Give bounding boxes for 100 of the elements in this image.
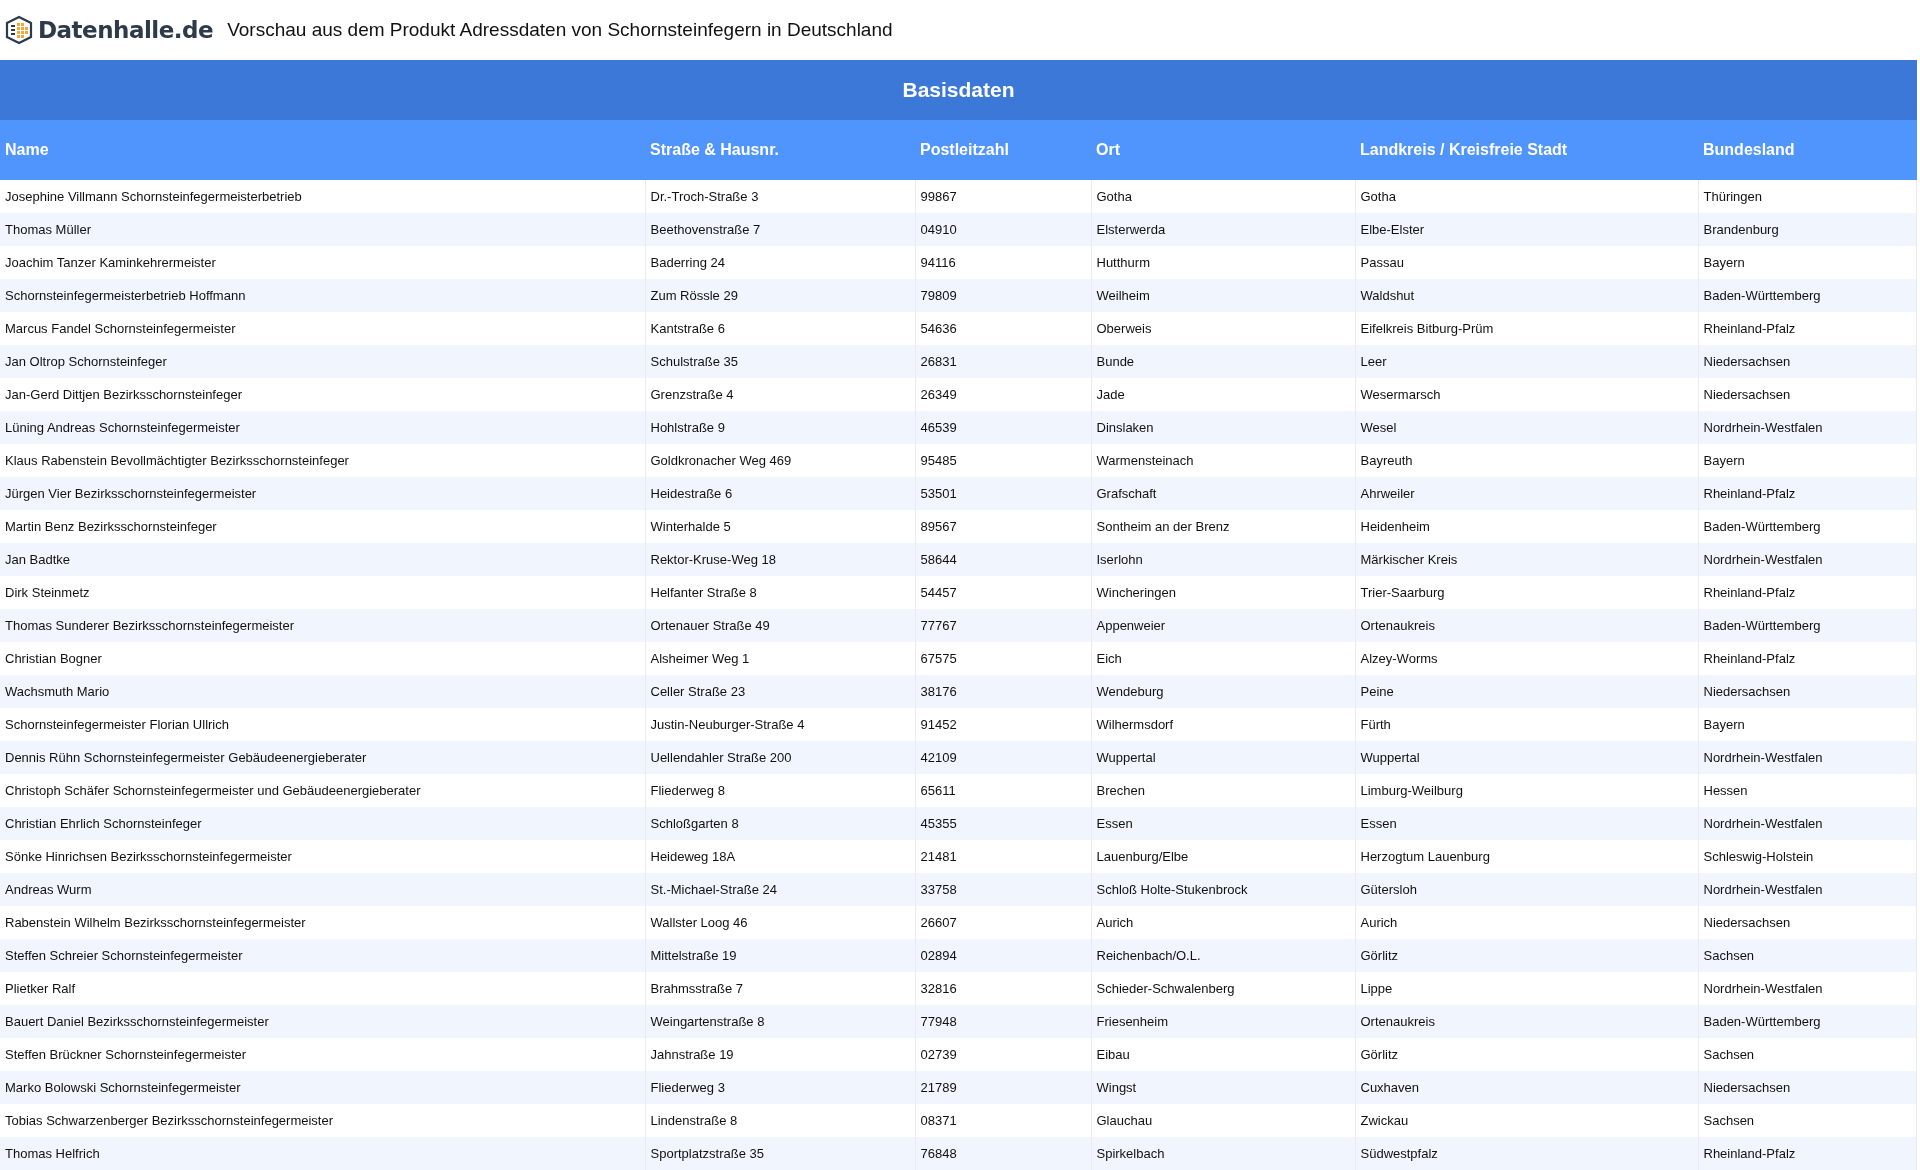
table-cell: Jürgen Vier Bezirksschornsteinfegermeister [0, 477, 645, 510]
table-cell: Thomas Sunderer Bezirksschornsteinfegermeister [0, 609, 645, 642]
table-cell: Reichenbach/O.L. [1091, 939, 1355, 972]
table-cell: Baden-Württemberg [1698, 609, 1917, 642]
table-cell: Leer [1355, 345, 1698, 378]
table-cell: Bauert Daniel Bezirksschornsteinfegermeister [0, 1005, 645, 1038]
table-cell: Elsterwerda [1091, 213, 1355, 246]
table-cell: Fliederweg 3 [645, 1071, 915, 1104]
table-cell: 45355 [915, 807, 1091, 840]
table-cell: 77948 [915, 1005, 1091, 1038]
table-cell: Heidestraße 6 [645, 477, 915, 510]
table-cell: Christian Ehrlich Schornsteinfeger [0, 807, 645, 840]
table-cell: Ortenauer Straße 49 [645, 609, 915, 642]
table-cell: Ortenaukreis [1355, 1005, 1698, 1038]
table-cell: Nordrhein-Westfalen [1698, 741, 1917, 774]
table-cell: 21789 [915, 1071, 1091, 1104]
table-cell: Uellendahler Straße 200 [645, 741, 915, 774]
table-cell: Niedersachsen [1698, 1071, 1917, 1104]
column-header: Bundesland [1698, 120, 1917, 180]
table-cell: 58644 [915, 543, 1091, 576]
table-cell: Jan Badtke [0, 543, 645, 576]
table-cell: Märkischer Kreis [1355, 543, 1698, 576]
table-cell: Schloß Holte-Stukenbrock [1091, 873, 1355, 906]
table-cell: Wingst [1091, 1071, 1355, 1104]
table-cell: Brandenburg [1698, 213, 1917, 246]
table-cell: Essen [1091, 807, 1355, 840]
table-cell: Dennis Rühn Schornsteinfegermeister Gebäudeenergieberater [0, 741, 645, 774]
column-header: Landkreis / Kreisfreie Stadt [1355, 120, 1698, 180]
table-cell: Wesel [1355, 411, 1698, 444]
table-cell: Nordrhein-Westfalen [1698, 411, 1917, 444]
table-cell: Hohlstraße 9 [645, 411, 915, 444]
table-cell: Thomas Müller [0, 213, 645, 246]
table-cell: 76848 [915, 1137, 1091, 1170]
logo-text[interactable]: Datenhalle.de [38, 17, 214, 43]
column-header: Postleitzahl [915, 120, 1091, 180]
table-cell: Görlitz [1355, 939, 1698, 972]
logo-icon [4, 15, 34, 45]
table-cell: Sportplatzstraße 35 [645, 1137, 915, 1170]
table-cell: Ahrweiler [1355, 477, 1698, 510]
table-cell: 04910 [915, 213, 1091, 246]
table-cell: Andreas Wurm [0, 873, 645, 906]
table-cell: Zum Rössle 29 [645, 279, 915, 312]
table-caption: Basisdaten [0, 60, 1917, 120]
table-cell: 02894 [915, 939, 1091, 972]
table-cell: Iserlohn [1091, 543, 1355, 576]
table-cell: Wendeburg [1091, 675, 1355, 708]
column-header: Name [0, 120, 645, 180]
table-cell: Wuppertal [1091, 741, 1355, 774]
table-cell: Weingartenstraße 8 [645, 1005, 915, 1038]
table-cell: Wachsmuth Mario [0, 675, 645, 708]
table-cell: Nordrhein-Westfalen [1698, 873, 1917, 906]
table-cell: Mittelstraße 19 [645, 939, 915, 972]
table-cell: Nordrhein-Westfalen [1698, 807, 1917, 840]
table-cell: Baden-Württemberg [1698, 279, 1917, 312]
table-cell: Gütersloh [1355, 873, 1698, 906]
table-cell: 38176 [915, 675, 1091, 708]
table-cell: Niedersachsen [1698, 675, 1917, 708]
table-cell: Schornsteinfegermeisterbetrieb Hoffmann [0, 279, 645, 312]
table-cell: 53501 [915, 477, 1091, 510]
table-cell: Beethovenstraße 7 [645, 213, 915, 246]
table-cell: Peine [1355, 675, 1698, 708]
table-cell: Ortenaukreis [1355, 609, 1698, 642]
table-cell: Schulstraße 35 [645, 345, 915, 378]
table-cell: Cuxhaven [1355, 1071, 1698, 1104]
table-cell: Elbe-Elster [1355, 213, 1698, 246]
table-cell: Appenweier [1091, 609, 1355, 642]
table-cell: 46539 [915, 411, 1091, 444]
table-cell: Dinslaken [1091, 411, 1355, 444]
table-cell: 26831 [915, 345, 1091, 378]
column-header: Ort [1091, 120, 1355, 180]
table-cell: Weilheim [1091, 279, 1355, 312]
table-cell: Baden-Württemberg [1698, 1005, 1917, 1038]
table-cell: 33758 [915, 873, 1091, 906]
table-cell: St.-Michael-Straße 24 [645, 873, 915, 906]
table-cell: Schloßgarten 8 [645, 807, 915, 840]
table-cell: Essen [1355, 807, 1698, 840]
table-cell: Bunde [1091, 345, 1355, 378]
page-title: Vorschau aus dem Produkt Adressdaten von Schornsteinfegern in Deutschland [227, 19, 893, 41]
table-cell: Waldshut [1355, 279, 1698, 312]
table-cell: Thomas Helfrich [0, 1137, 645, 1170]
table-cell: 42109 [915, 741, 1091, 774]
table-cell: Rheinland-Pfalz [1698, 477, 1917, 510]
table-cell: Marko Bolowski Schornsteinfegermeister [0, 1071, 645, 1104]
table-cell: Niedersachsen [1698, 345, 1917, 378]
table-cell: Nordrhein-Westfalen [1698, 543, 1917, 576]
table-cell: Lüning Andreas Schornsteinfegermeister [0, 411, 645, 444]
table-cell: Jan Oltrop Schornsteinfeger [0, 345, 645, 378]
table-cell: Spirkelbach [1091, 1137, 1355, 1170]
table-cell: Südwestpfalz [1355, 1137, 1698, 1170]
column-header: Straße & Hausnr. [645, 120, 915, 180]
table-cell: Steffen Schreier Schornsteinfegermeister [0, 939, 645, 972]
table-cell: Friesenheim [1091, 1005, 1355, 1038]
table-cell: Wuppertal [1355, 741, 1698, 774]
table-cell: Rheinland-Pfalz [1698, 1137, 1917, 1170]
table-cell: 79809 [915, 279, 1091, 312]
table-cell: Rektor-Kruse-Weg 18 [645, 543, 915, 576]
table-cell: Sachsen [1698, 939, 1917, 972]
table-cell: Celler Straße 23 [645, 675, 915, 708]
table-cell: Grafschaft [1091, 477, 1355, 510]
table-cell: 77767 [915, 609, 1091, 642]
